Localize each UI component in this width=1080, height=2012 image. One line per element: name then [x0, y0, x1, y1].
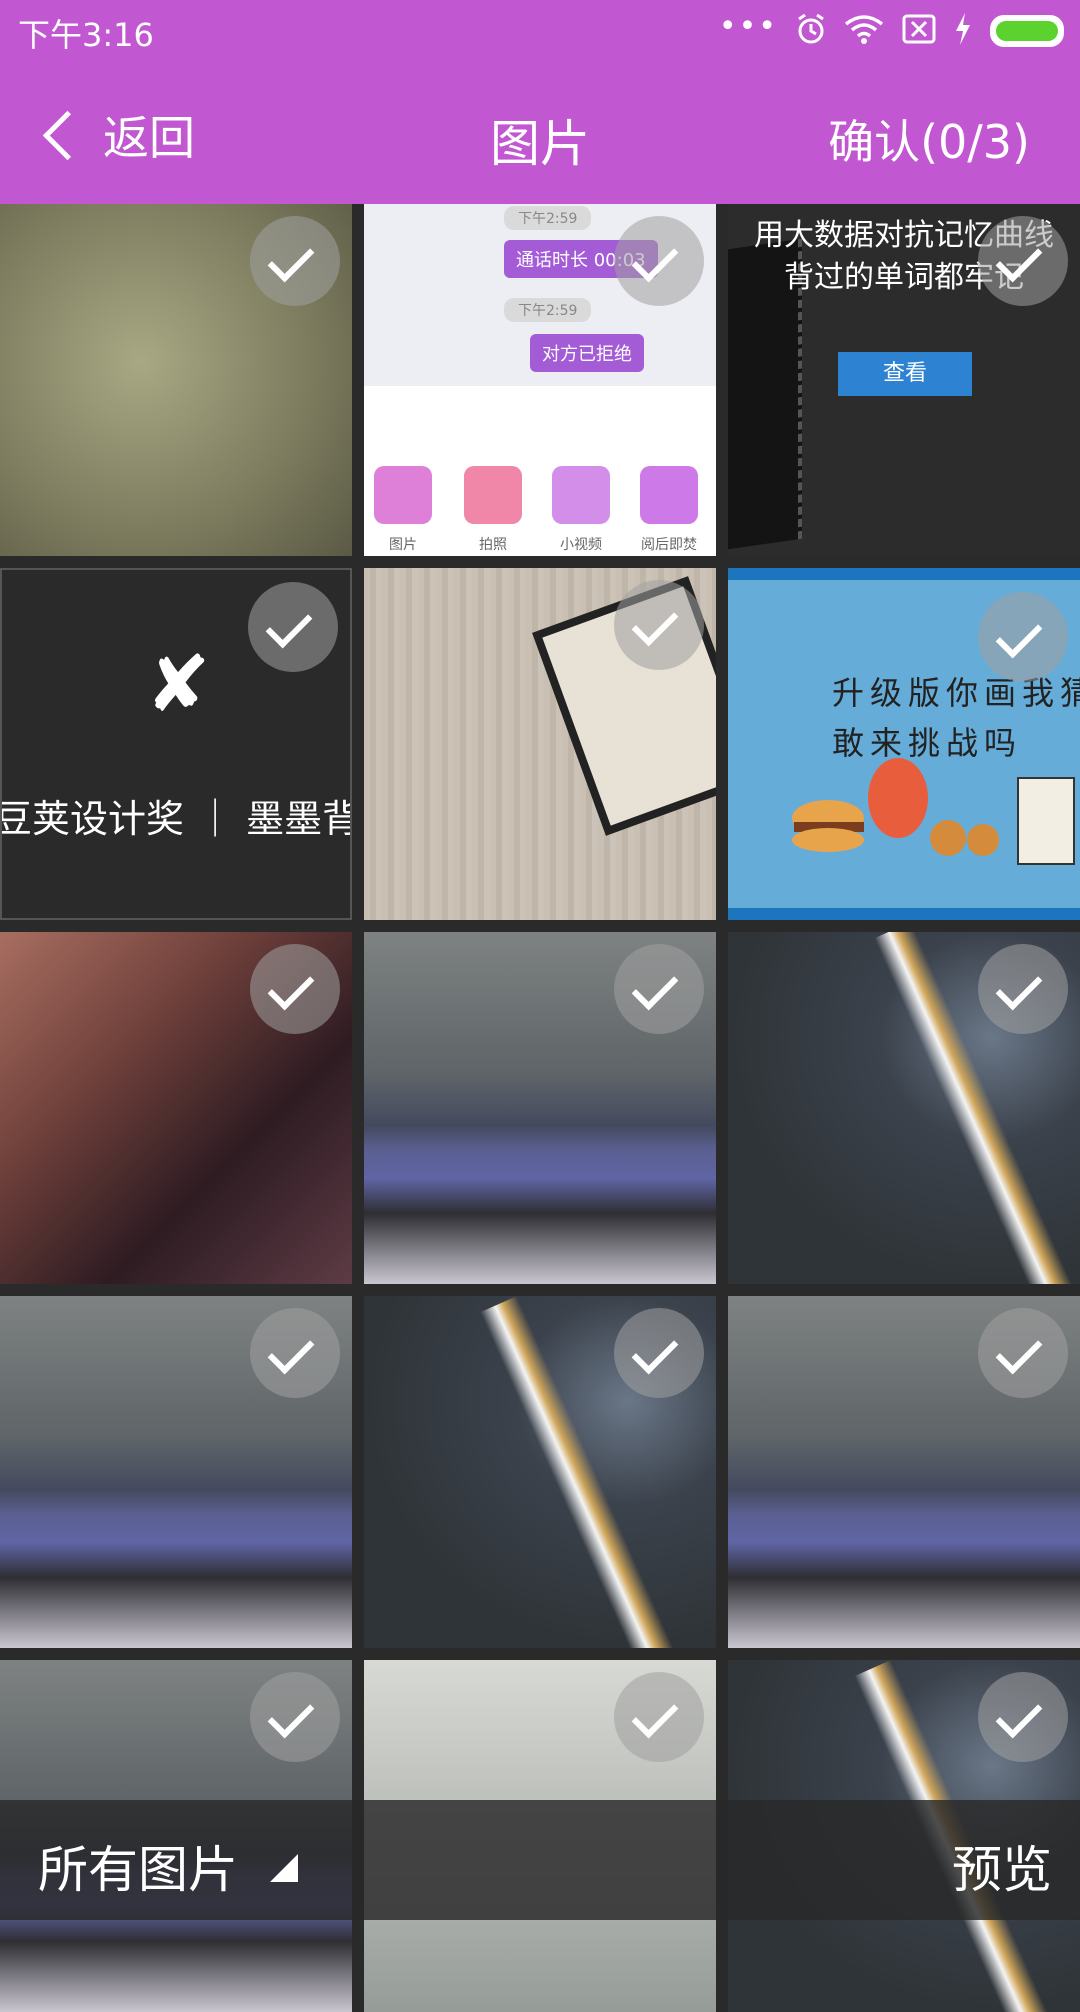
select-check-icon[interactable] — [614, 1672, 704, 1762]
select-check-icon[interactable] — [978, 216, 1068, 306]
select-check-icon[interactable] — [978, 592, 1068, 682]
sim-off-icon — [902, 14, 936, 48]
preview-button[interactable]: 预览 — [952, 1830, 1052, 1902]
select-check-icon[interactable] — [978, 944, 1068, 1034]
chat-icon-label: 图片 — [389, 537, 417, 553]
photo-tile[interactable]: ✘ 豆荚设计奖 ｜ 墨墨背 — [0, 568, 352, 920]
chat-icon-label: 阅后即焚 — [641, 537, 697, 553]
select-check-icon[interactable] — [614, 216, 704, 306]
bottom-bar: 所有图片 预览 — [0, 1800, 1080, 1920]
chat-time: 下午2:59 — [504, 298, 592, 322]
chat-bubble: 对方已拒绝 — [530, 334, 644, 372]
photo-tile[interactable]: 下午2:59 通话时长 00:03 下午2:59 对方已拒绝 图片 拍照 小视频… — [364, 204, 716, 556]
photo-grid: 下午2:59 通话时长 00:03 下午2:59 对方已拒绝 图片 拍照 小视频… — [0, 204, 1080, 2012]
status-bar: 下午3:16 ••• — [0, 0, 1080, 62]
photo-tile[interactable] — [728, 1296, 1080, 1648]
wifi-icon — [844, 14, 884, 48]
photo-tile[interactable] — [0, 932, 352, 1284]
select-check-icon[interactable] — [248, 582, 338, 672]
status-icons: ••• — [719, 10, 1064, 52]
select-check-icon[interactable] — [250, 216, 340, 306]
video-icon — [552, 466, 610, 524]
photo-tile[interactable] — [0, 204, 352, 556]
battery-icon — [990, 15, 1064, 47]
select-check-icon[interactable] — [250, 1672, 340, 1762]
charging-icon — [954, 13, 972, 49]
select-check-icon[interactable] — [250, 1308, 340, 1398]
alarm-icon — [796, 13, 826, 49]
camera-icon — [464, 466, 522, 524]
photo-tile[interactable]: 升级版你画我猜 敢来挑战吗 — [728, 568, 1080, 920]
chat-icon-label: 小视频 — [560, 537, 602, 553]
select-check-icon[interactable] — [250, 944, 340, 1034]
award-text: 豆荚设计奖 ｜ 墨墨背 — [0, 797, 352, 841]
photo-tile[interactable]: 用大数据对抗记忆曲线 背过的单词都牢记 查看 — [728, 204, 1080, 556]
photo-tile[interactable] — [364, 568, 716, 920]
album-label: 所有图片 — [38, 1841, 238, 1899]
image-icon — [374, 466, 432, 524]
ad-button: 查看 — [838, 352, 972, 396]
flame-icon — [640, 466, 698, 524]
status-time: 下午3:16 — [18, 16, 154, 54]
select-check-icon[interactable] — [978, 1308, 1068, 1398]
photo-tile[interactable] — [728, 932, 1080, 1284]
select-check-icon[interactable] — [614, 1308, 704, 1398]
select-check-icon[interactable] — [614, 580, 704, 670]
laurel-emblem-icon: ✘ — [145, 640, 211, 730]
chat-icon-label: 拍照 — [479, 537, 507, 553]
more-dots-icon: ••• — [718, 9, 778, 44]
photo-tile[interactable] — [364, 932, 716, 1284]
select-check-icon[interactable] — [978, 1672, 1068, 1762]
food-cartoon-icon — [792, 758, 1075, 865]
chat-toolbar: 图片 拍照 小视频 阅后即焚 — [364, 386, 716, 556]
photo-tile[interactable] — [0, 1296, 352, 1648]
title-bar: 返回 图片 确认(0/3) — [0, 62, 1080, 204]
confirm-button[interactable]: 确认(0/3) — [828, 106, 1030, 172]
photo-tile[interactable] — [364, 1296, 716, 1648]
chat-time: 下午2:59 — [504, 206, 592, 230]
select-check-icon[interactable] — [614, 944, 704, 1034]
caret-down-icon — [270, 1854, 298, 1882]
